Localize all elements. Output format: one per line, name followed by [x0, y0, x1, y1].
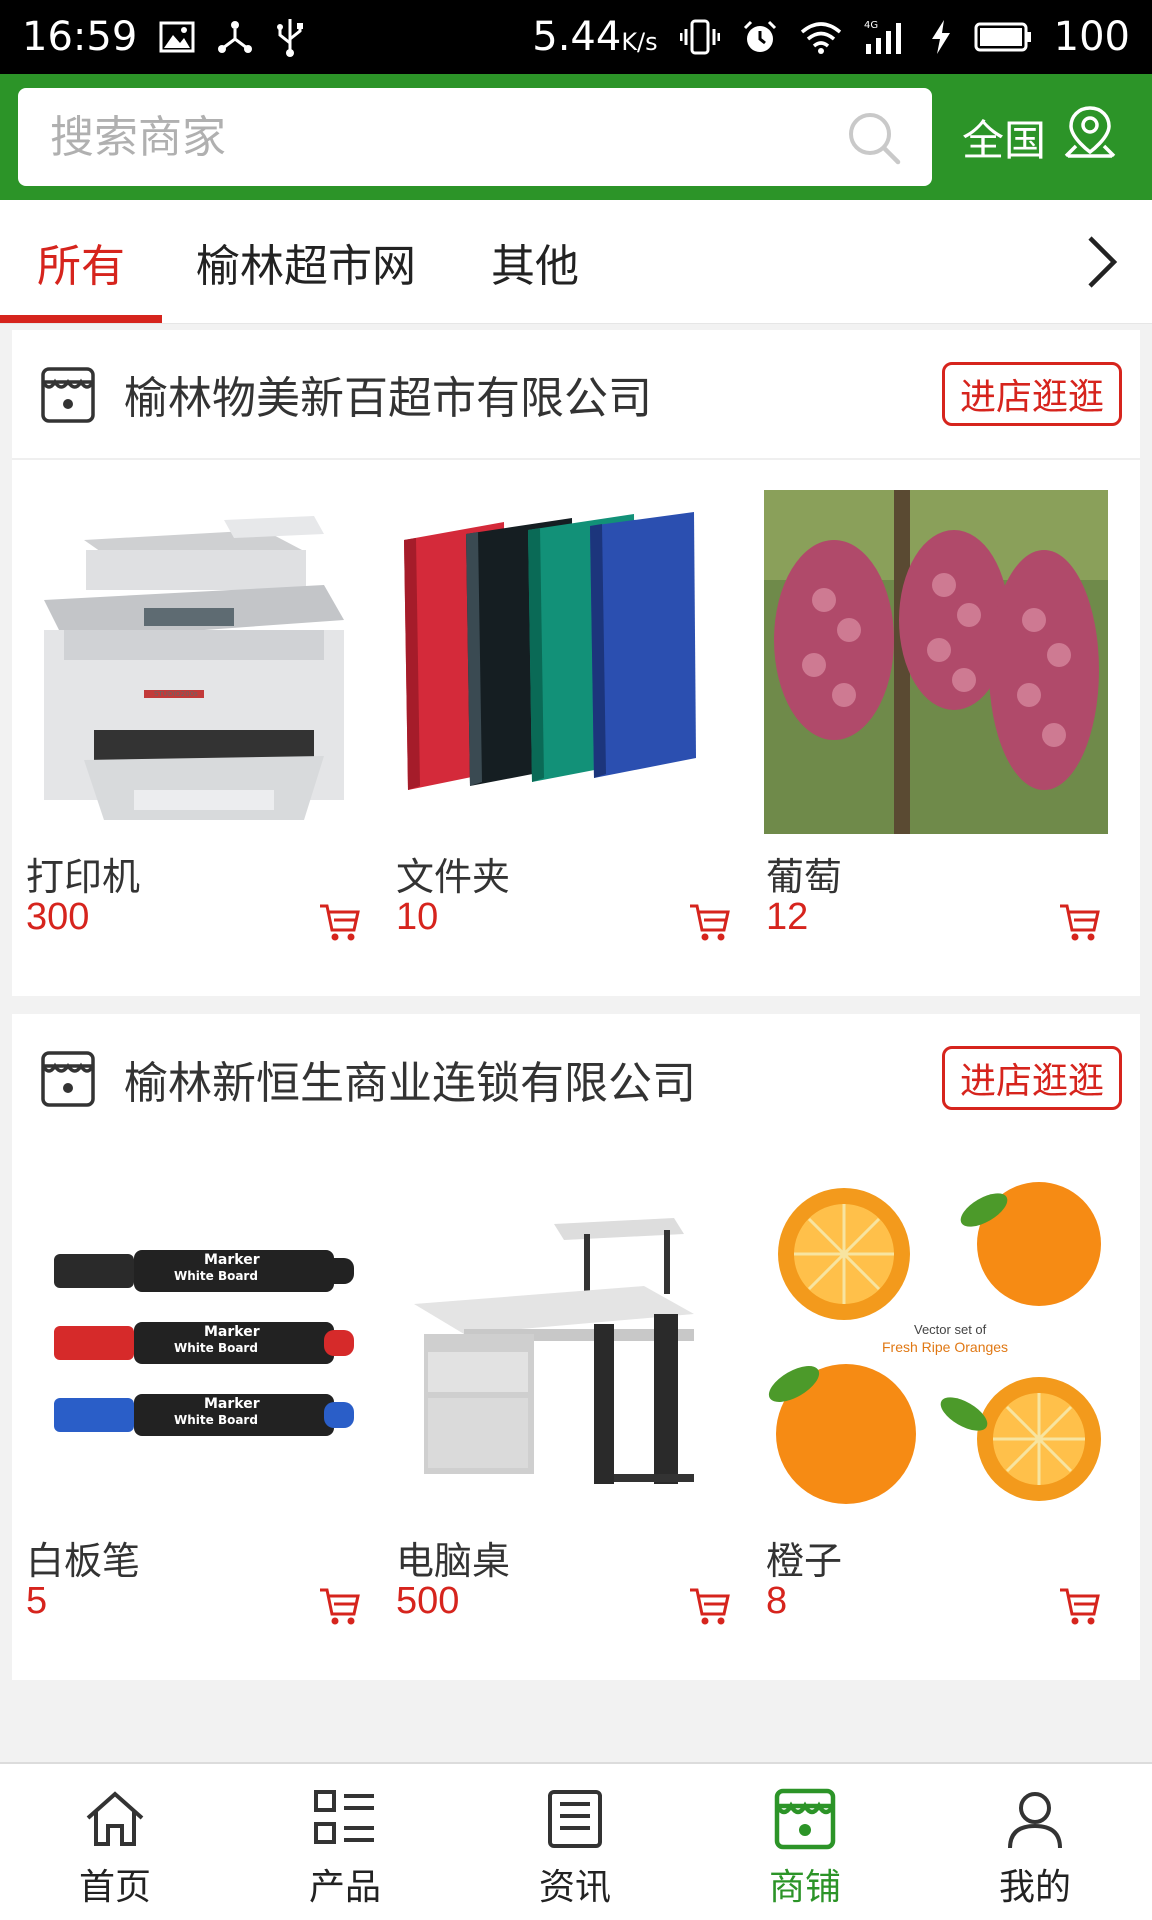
product-price: 500 — [396, 1580, 460, 1622]
oranges-image[interactable]: Vector set of Fresh Ripe Oranges — [764, 1174, 1108, 1518]
shop-card: 榆林物美新百超市有限公司 进店逛逛 STUDIO200s 打印机 300 文件夹… — [12, 330, 1140, 996]
product-name: 白板笔 — [26, 1539, 141, 1583]
shop-card: 榆林新恒生商业连锁有限公司 进店逛逛 Marker White Board Ma… — [12, 1014, 1140, 1680]
nav-news-label: 资讯 — [538, 1867, 611, 1908]
product-item[interactable]: 电脑桌 500 — [382, 1144, 738, 1625]
orange-caption-text: Fresh Ripe Oranges — [882, 1339, 1008, 1355]
nav-home-label: 首页 — [78, 1867, 151, 1908]
orange-caption-text: Vector set of — [914, 1322, 987, 1337]
search-input[interactable] — [18, 88, 818, 186]
search-box[interactable] — [18, 88, 932, 186]
nav-home[interactable]: 首页 — [0, 1764, 230, 1920]
grid-list-icon — [312, 1786, 378, 1852]
add-to-cart-icon[interactable] — [318, 1584, 362, 1628]
chevron-right-icon[interactable] — [1068, 230, 1132, 294]
product-price: 10 — [396, 896, 439, 938]
category-tab-bar: 所有 榆林超市网 其他 — [0, 200, 1152, 324]
location-pin-icon — [1062, 104, 1118, 170]
marker-label-text: White Board — [174, 1269, 258, 1283]
network-speed-value: 5.44 — [532, 14, 622, 60]
product-name: 葡萄 — [766, 855, 843, 899]
store-icon — [40, 1050, 96, 1108]
visit-store-button[interactable]: 进店逛逛 — [942, 362, 1122, 426]
folder-image[interactable] — [394, 490, 738, 834]
visit-store-button[interactable]: 进店逛逛 — [942, 1046, 1122, 1110]
product-price: 8 — [766, 1580, 788, 1622]
product-item[interactable]: Marker White Board Marker White Board Ma… — [12, 1144, 368, 1625]
battery-level: 100 — [1053, 14, 1130, 60]
tab-yulin-supermarket-label: 榆林超市网 — [196, 241, 416, 292]
marker-label-text: Marker — [204, 1252, 260, 1268]
product-item[interactable]: STUDIO200s 打印机 300 — [12, 460, 368, 941]
product-name: 电脑桌 — [396, 1539, 511, 1583]
region-selector[interactable]: 全国 — [962, 74, 1152, 200]
signal-4g-icon: 4G — [864, 18, 908, 56]
marker-label-text: White Board — [174, 1413, 258, 1427]
alarm-icon — [742, 19, 778, 55]
store-icon — [40, 366, 96, 424]
tab-all-label: 所有 — [37, 241, 125, 292]
active-tab-indicator — [0, 315, 162, 323]
nav-profile[interactable]: 我的 — [920, 1764, 1150, 1920]
nav-products-label: 产品 — [308, 1867, 381, 1908]
product-name: 文件夹 — [396, 855, 511, 899]
shop-header[interactable]: 榆林物美新百超市有限公司 进店逛逛 — [12, 330, 1140, 460]
add-to-cart-icon[interactable] — [688, 1584, 732, 1628]
product-price: 300 — [26, 896, 90, 938]
home-icon — [82, 1786, 148, 1852]
add-to-cart-icon[interactable] — [688, 900, 732, 944]
marker-label-text: White Board — [174, 1341, 258, 1355]
search-icon[interactable] — [846, 110, 902, 166]
marker-label-text: Marker — [204, 1324, 260, 1340]
product-name: 打印机 — [26, 855, 141, 899]
network-share-icon — [217, 19, 253, 55]
tab-all[interactable]: 所有 — [0, 200, 162, 324]
nav-news[interactable]: 资讯 — [460, 1764, 690, 1920]
status-time: 16:59 — [22, 14, 138, 60]
user-icon — [1002, 1786, 1068, 1852]
bottom-nav: 首页 产品 资讯 商铺 我的 — [0, 1762, 1152, 1920]
grapes-image[interactable] — [764, 490, 1108, 834]
network-speed: 5.44K/s — [532, 14, 657, 60]
shop-name: 榆林新恒生商业连锁有限公司 — [124, 1058, 696, 1109]
region-label: 全国 — [962, 115, 1047, 165]
product-item[interactable]: Vector set of Fresh Ripe Oranges 橙子 8 — [752, 1144, 1108, 1625]
whiteboard-marker-image[interactable]: Marker White Board Marker White Board Ma… — [24, 1174, 368, 1518]
tab-other-label: 其他 — [491, 241, 579, 292]
product-item[interactable]: 葡萄 12 — [752, 460, 1108, 941]
news-icon — [542, 1786, 608, 1852]
product-item[interactable]: 文件夹 10 — [382, 460, 738, 941]
battery-icon — [974, 22, 1032, 52]
product-price: 12 — [766, 896, 809, 938]
image-notification-icon — [159, 21, 195, 53]
add-to-cart-icon[interactable] — [1058, 900, 1102, 944]
nav-products[interactable]: 产品 — [230, 1764, 460, 1920]
nav-stores-label: 商铺 — [768, 1867, 841, 1908]
nav-stores[interactable]: 商铺 — [690, 1764, 920, 1920]
usb-icon — [275, 17, 305, 57]
status-bar: 16:59 5.44K/s 4G 100 — [0, 0, 1152, 74]
marker-label-text: Marker — [204, 1396, 260, 1412]
network-speed-unit: K/s — [621, 28, 658, 56]
product-price: 5 — [26, 1580, 48, 1622]
product-name: 橙子 — [766, 1539, 843, 1583]
printer-brand-text: STUDIO200s — [154, 690, 198, 698]
store-icon — [772, 1786, 838, 1852]
vibrate-icon — [679, 19, 720, 55]
shop-header[interactable]: 榆林新恒生商业连锁有限公司 进店逛逛 — [12, 1014, 1140, 1144]
add-to-cart-icon[interactable] — [318, 900, 362, 944]
computer-desk-image[interactable] — [394, 1174, 738, 1518]
printer-image[interactable]: STUDIO200s — [24, 490, 368, 834]
charging-icon — [930, 19, 952, 55]
tab-yulin-supermarket[interactable]: 榆林超市网 — [186, 200, 426, 324]
nav-profile-label: 我的 — [998, 1867, 1071, 1908]
add-to-cart-icon[interactable] — [1058, 1584, 1102, 1628]
shop-name: 榆林物美新百超市有限公司 — [124, 373, 652, 424]
wifi-icon — [800, 20, 842, 54]
search-header: 全国 — [0, 74, 1152, 200]
tab-other[interactable]: 其他 — [470, 200, 600, 324]
svg-text:4G: 4G — [864, 20, 878, 31]
